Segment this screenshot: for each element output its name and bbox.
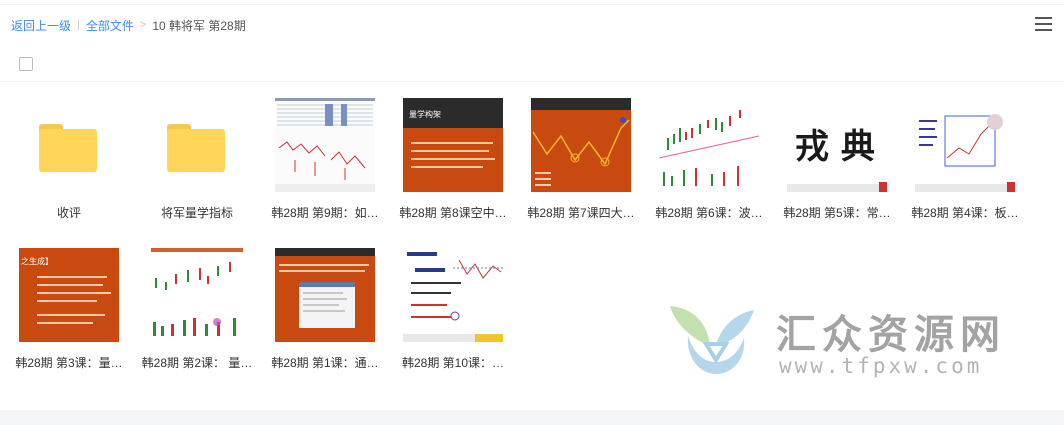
image-thumbnail (915, 98, 1015, 192)
file-name: 韩28期 第10课：… (401, 356, 505, 370)
image-thumbnail (531, 98, 631, 192)
file-tile-image-12[interactable]: 韩28期 第10课：… (393, 248, 513, 378)
thumb-heading: 之生成】 (21, 256, 53, 266)
image-thumbnail: 量学构架 (403, 98, 503, 192)
file-tile-folder-1[interactable]: 收评 (9, 98, 129, 228)
image-thumbnail (275, 248, 375, 342)
file-tile-image-7[interactable]: 戎 典 韩28期 第5课：常… (777, 98, 897, 228)
file-name: 韩28期 第2课： 量… (141, 356, 253, 370)
file-name: 韩28期 第3课：量… (15, 356, 123, 370)
file-name: 收评 (56, 206, 81, 220)
thumb-heading: 量学构架 (409, 109, 441, 119)
top-divider (0, 4, 1064, 5)
all-files-link[interactable]: 全部文件 (86, 17, 134, 34)
file-name: 韩28期 第7课四大… (527, 206, 635, 220)
breadcrumb: 返回上一级 | 全部文件 > 10 韩将军 第28期 (11, 16, 246, 34)
file-tile-image-11[interactable]: 韩28期 第1课：通… (265, 248, 385, 378)
image-thumbnail (403, 248, 503, 342)
file-tile-image-3[interactable]: 韩28期 第9期：如… (265, 98, 385, 228)
file-name: 韩28期 第9期：如… (271, 206, 379, 220)
watermark-url: www.tfpxw.com (779, 354, 983, 378)
folder-icon (167, 124, 225, 172)
file-tile-image-10[interactable]: 韩28期 第2课： 量… (137, 248, 257, 378)
image-thumbnail (659, 98, 759, 192)
watermark: 汇众资源网 www.tfpxw.com (664, 300, 1034, 382)
file-tile-image-5[interactable]: 韩28期 第7课四大… (521, 98, 641, 228)
watermark-title: 汇众资源网 (776, 312, 1006, 358)
image-thumbnail (147, 248, 247, 342)
file-browser: 返回上一级 | 全部文件 > 10 韩将军 第28期 收评 将军量学指标 韩28… (0, 0, 1064, 425)
file-name: 韩28期 第5课：常… (783, 206, 891, 220)
select-all-checkbox[interactable] (19, 57, 33, 71)
file-tile-image-9[interactable]: 之生成】 韩28期 第3课：量… (9, 248, 129, 378)
file-tile-image-4[interactable]: 量学构架 韩28期 第8课空中… (393, 98, 513, 228)
thumb-calligraphy: 戎 典 (795, 127, 875, 167)
file-name: 韩28期 第6课：波… (655, 206, 763, 220)
footer-bar (0, 410, 1064, 425)
header-divider (0, 81, 1064, 82)
current-folder: 10 韩将军 第28期 (152, 18, 246, 33)
file-tile-image-6[interactable]: 韩28期 第6课：波… (649, 98, 769, 228)
file-name: 韩28期 第8课空中… (399, 206, 507, 220)
file-name: 将军量学指标 (160, 206, 233, 220)
file-name: 韩28期 第1课：通… (271, 356, 379, 370)
image-thumbnail: 戎 典 (787, 98, 887, 192)
file-tile-folder-2[interactable]: 将军量学指标 (137, 98, 257, 228)
watermark-logo-icon (670, 306, 754, 374)
folder-icon (39, 124, 97, 172)
back-link[interactable]: 返回上一级 (11, 17, 71, 34)
file-tile-image-8[interactable]: 韩28期 第4课：板… (905, 98, 1025, 228)
breadcrumb-arrow: > (139, 19, 147, 31)
file-name: 韩28期 第4课：板… (911, 206, 1019, 220)
menu-icon[interactable] (1035, 17, 1052, 32)
image-thumbnail: 之生成】 (19, 248, 119, 342)
breadcrumb-separator: | (77, 19, 80, 31)
image-thumbnail (275, 98, 375, 192)
